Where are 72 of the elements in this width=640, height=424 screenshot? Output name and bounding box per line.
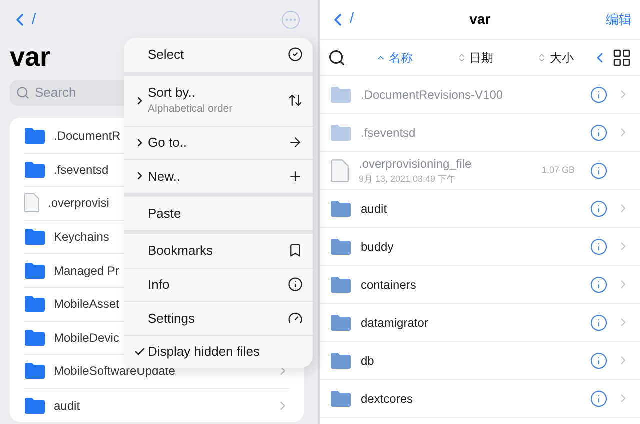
file-name[interactable]: buddy: [361, 238, 581, 256]
sort-tab[interactable]: 日期: [456, 48, 494, 66]
menu-item[interactable]: Go to..: [124, 126, 313, 159]
search-icon[interactable]: [328, 48, 346, 66]
info-icon[interactable]: [590, 162, 608, 180]
grid-view-icon[interactable]: [612, 48, 632, 68]
menu-item[interactable]: Info: [124, 268, 313, 301]
file-name[interactable]: containers: [361, 276, 581, 294]
folder-icon: [330, 276, 352, 294]
arrow-right-icon: [288, 135, 303, 150]
folder-icon: [24, 362, 46, 380]
search-icon: [16, 86, 30, 100]
folder-title: var: [470, 10, 491, 29]
file-name[interactable]: db: [361, 352, 581, 370]
info-icon[interactable]: [590, 238, 608, 256]
folder-title: var: [10, 41, 51, 74]
checkmark-icon: [134, 346, 146, 358]
menu-item[interactable]: New..: [124, 159, 313, 192]
file-icon: [24, 193, 40, 214]
folder-icon: [330, 314, 352, 332]
gauge-icon: [288, 310, 303, 326]
folder-icon: [24, 127, 46, 146]
folder-icon: [330, 238, 352, 256]
edit-button[interactable]: 编辑: [606, 10, 632, 30]
file-name[interactable]: .overprovisi: [48, 196, 110, 210]
check-circle-icon: [288, 47, 303, 62]
info-icon[interactable]: [590, 200, 608, 218]
menu-item[interactable]: Settings: [124, 301, 313, 334]
bookmark-icon: [288, 243, 303, 258]
file-date: 9月 13, 2021 03:49 下午: [359, 172, 458, 186]
folder-icon: [330, 86, 352, 104]
file-name[interactable]: MobileDevic: [54, 330, 120, 345]
info-icon[interactable]: [590, 86, 608, 104]
sort-tab[interactable]: 大小: [537, 48, 574, 66]
menu-item[interactable]: Paste: [124, 196, 313, 230]
folder-icon: [24, 160, 46, 179]
folder-icon: [330, 352, 352, 370]
menu-item[interactable]: Bookmarks: [124, 234, 313, 268]
file-name[interactable]: audit: [54, 398, 80, 413]
file-name[interactable]: Keychains: [54, 230, 110, 244]
info-icon[interactable]: [590, 352, 608, 370]
file-size: 1.07 GB: [542, 164, 575, 177]
sort-tab[interactable]: 名称: [376, 48, 413, 66]
folder-icon: [24, 396, 46, 415]
back-button[interactable]: /: [328, 8, 354, 31]
folder-icon: [330, 200, 352, 218]
plus-icon: [288, 168, 303, 184]
file-name[interactable]: MobileAsset: [54, 297, 120, 312]
folder-icon: [24, 228, 46, 246]
menu-item[interactable]: Display hidden files: [124, 334, 313, 368]
sort-icon: [288, 93, 303, 108]
folder-icon: [330, 390, 352, 408]
info-icon: [288, 277, 303, 292]
file-name[interactable]: audit: [361, 200, 581, 218]
info-icon[interactable]: [590, 314, 608, 332]
sort-updown-icon: [537, 52, 547, 62]
file-name[interactable]: .fseventsd: [54, 162, 109, 177]
info-icon[interactable]: [590, 390, 608, 408]
folder-icon: [24, 262, 46, 280]
sort-updown-icon: [456, 52, 466, 62]
folder-icon: [24, 295, 46, 314]
file-icon: [330, 158, 350, 182]
info-icon[interactable]: [590, 276, 608, 294]
file-name[interactable]: .DocumentR: [54, 129, 121, 144]
file-name[interactable]: Managed Pr: [54, 264, 120, 278]
menu-subtitle: Alphabetical order: [148, 102, 234, 118]
file-name[interactable]: datamigrator: [361, 314, 581, 332]
folder-icon: [24, 328, 46, 347]
info-icon[interactable]: [590, 124, 608, 142]
folder-icon: [330, 124, 352, 142]
file-name[interactable]: dextcores: [361, 390, 581, 408]
menu-item[interactable]: Select: [124, 38, 313, 72]
